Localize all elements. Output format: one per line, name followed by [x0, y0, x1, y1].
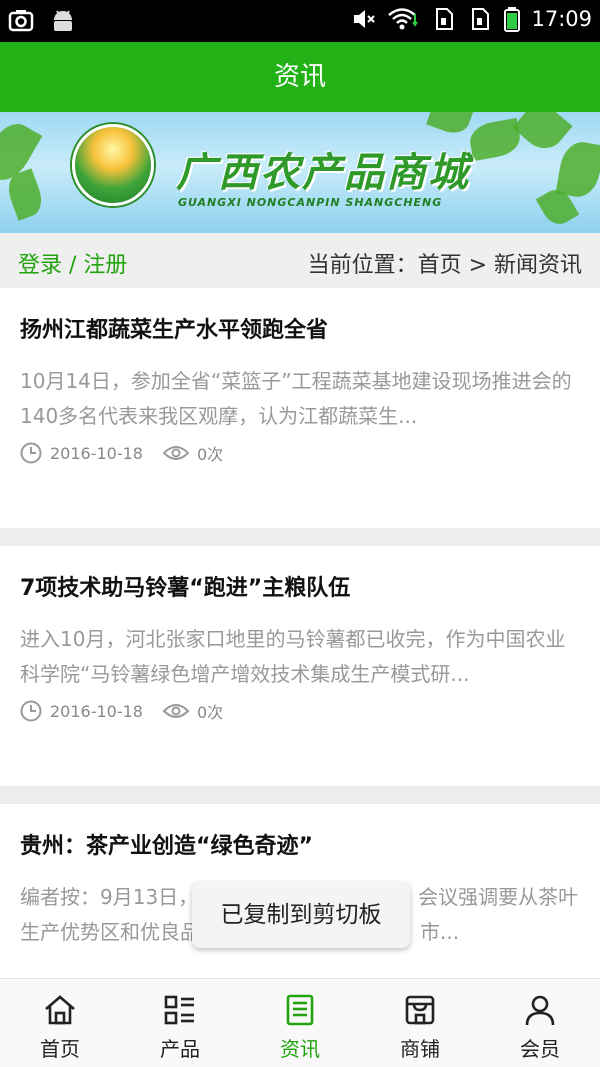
- banner-title: 广西农产品商城: [176, 149, 470, 196]
- breadcrumb: 当前位置：首页 > 新闻资讯: [307, 253, 582, 278]
- article-meta: 2016-10-18 0次: [20, 441, 223, 465]
- battery-icon: [503, 6, 521, 32]
- brand-logo-icon: [72, 124, 154, 206]
- mute-icon: [351, 6, 377, 32]
- wifi-icon: [387, 6, 421, 32]
- home-icon: [45, 995, 75, 1025]
- tab-member[interactable]: 会员: [480, 979, 600, 1067]
- status-bar: 17:09: [0, 0, 600, 42]
- banner: 广西农产品商城 GUANGXI NONGCANPIN SHANGCHENG: [0, 112, 600, 233]
- article-summary: 进入10月，河北张家口地里的马铃薯都已收完，作为中国农业科学院“马铃薯绿色增产增…: [20, 627, 566, 686]
- news-icon: [286, 994, 314, 1026]
- bottom-tab-bar: 首页 产品 资讯 商铺 会员: [0, 978, 600, 1067]
- article-summary: 10月14日，参加全省“菜篮子”工程蔬菜基地建设现场推进会的140多名代表来我区…: [20, 369, 572, 428]
- toast-message: 已复制到剪切板: [192, 882, 410, 948]
- banner-subtitle: GUANGXI NONGCANPIN SHANGCHENG: [178, 196, 443, 209]
- tab-label: 会员: [520, 1037, 560, 1061]
- shop-icon: [405, 995, 435, 1025]
- user-icon: [525, 995, 555, 1026]
- tab-label: 产品: [160, 1037, 200, 1061]
- location-bar: 登录 / 注册 当前位置：首页 > 新闻资讯: [0, 233, 600, 288]
- sim1-icon: [431, 6, 457, 32]
- article-title[interactable]: 7项技术助马铃薯“跑进”主粮队伍: [20, 570, 350, 602]
- article-meta: 2016-10-18 0次: [20, 699, 223, 723]
- article-date: 2016-10-18: [50, 701, 143, 721]
- page-title: 资讯: [0, 42, 600, 112]
- screenshot-icon: [8, 8, 34, 34]
- article-views: 0次: [196, 703, 224, 722]
- tab-home[interactable]: 首页: [0, 979, 120, 1067]
- list-grid-icon: [164, 995, 194, 1025]
- tab-label: 商铺: [400, 1037, 440, 1061]
- article-views: 0次: [196, 445, 224, 464]
- article-date: 2016-10-18: [50, 443, 143, 463]
- article-title[interactable]: 扬州江都蔬菜生产水平领跑全省: [20, 312, 328, 344]
- tab-news[interactable]: 资讯: [240, 979, 360, 1067]
- tab-label: 资讯: [280, 1037, 320, 1061]
- login-register-link[interactable]: 登录 / 注册: [18, 247, 127, 279]
- android-icon: [50, 8, 76, 34]
- tab-label: 首页: [40, 1037, 80, 1061]
- clock-icon: [20, 442, 42, 464]
- eye-icon: [162, 704, 189, 718]
- list-item[interactable]: 7项技术助马铃薯“跑进”主粮队伍 进入10月，河北张家口地里的马铃薯都已收完，作…: [0, 546, 600, 786]
- tab-products[interactable]: 产品: [120, 979, 240, 1067]
- article-title[interactable]: 贵州：茶产业创造“绿色奇迹”: [20, 828, 313, 860]
- sim2-icon: [467, 6, 493, 32]
- tab-shops[interactable]: 商铺: [360, 979, 480, 1067]
- clock-icon: [20, 700, 42, 722]
- list-item[interactable]: 扬州江都蔬菜生产水平领跑全省 10月14日，参加全省“菜篮子”工程蔬菜基地建设现…: [0, 288, 600, 528]
- clock: 17:09: [531, 7, 592, 31]
- eye-icon: [162, 446, 189, 460]
